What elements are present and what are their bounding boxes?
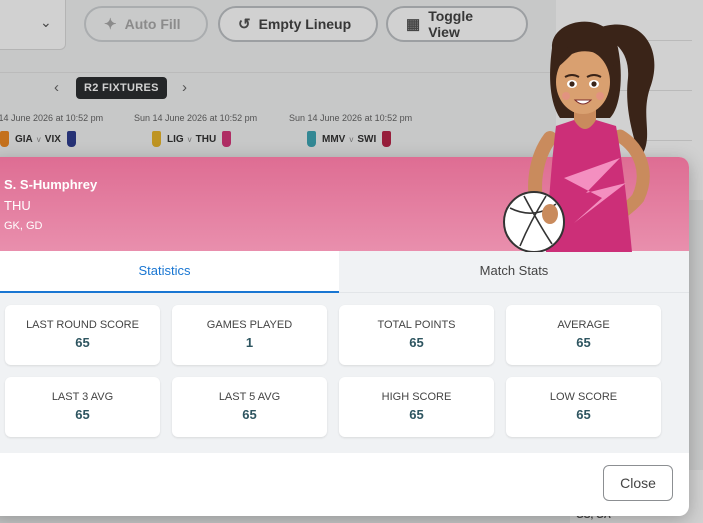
tab-match-stats[interactable]: Match Stats bbox=[339, 251, 689, 293]
stat-tile-average: AVERAGE 65 bbox=[506, 305, 661, 365]
stat-tile-last-3-avg: LAST 3 AVG 65 bbox=[5, 377, 160, 437]
stat-label: HIGH SCORE bbox=[381, 391, 452, 403]
player-name: S. S-Humphrey bbox=[4, 177, 98, 192]
stat-value: 65 bbox=[576, 407, 591, 422]
player-avatar-illustration bbox=[503, 21, 655, 252]
stat-value: 65 bbox=[75, 407, 90, 422]
player-positions: GK, GD bbox=[4, 220, 43, 232]
stat-label: TOTAL POINTS bbox=[377, 319, 456, 331]
stat-value: 65 bbox=[75, 335, 90, 350]
stat-tile-last-round-score: LAST ROUND SCORE 65 bbox=[5, 305, 160, 365]
stat-value: 65 bbox=[576, 335, 591, 350]
stat-label: GAMES PLAYED bbox=[206, 319, 293, 331]
stat-tile-total-points: TOTAL POINTS 65 bbox=[339, 305, 494, 365]
stat-value: 65 bbox=[242, 407, 257, 422]
player-team: THU bbox=[4, 198, 31, 213]
stat-tile-games-played: GAMES PLAYED 1 bbox=[172, 305, 327, 365]
stat-label: LAST ROUND SCORE bbox=[26, 319, 139, 331]
stat-label: LAST 3 AVG bbox=[51, 391, 114, 403]
stat-value: 1 bbox=[245, 335, 254, 350]
stat-tile-high-score: HIGH SCORE 65 bbox=[339, 377, 494, 437]
tab-statistics[interactable]: Statistics bbox=[0, 251, 339, 293]
stat-label: AVERAGE bbox=[557, 319, 610, 331]
stat-tile-low-score: LOW SCORE 65 bbox=[506, 377, 661, 437]
close-button[interactable]: Close bbox=[603, 465, 673, 501]
stats-grid: LAST ROUND SCORE 65 GAMES PLAYED 1 TOTAL… bbox=[0, 293, 689, 453]
stat-label: LAST 5 AVG bbox=[218, 391, 281, 403]
stat-value: 65 bbox=[409, 407, 424, 422]
stats-tabs: Statistics Match Stats bbox=[0, 251, 689, 293]
stat-label: LOW SCORE bbox=[549, 391, 618, 403]
stat-tile-last-5-avg: LAST 5 AVG 65 bbox=[172, 377, 327, 437]
stat-value: 65 bbox=[409, 335, 424, 350]
